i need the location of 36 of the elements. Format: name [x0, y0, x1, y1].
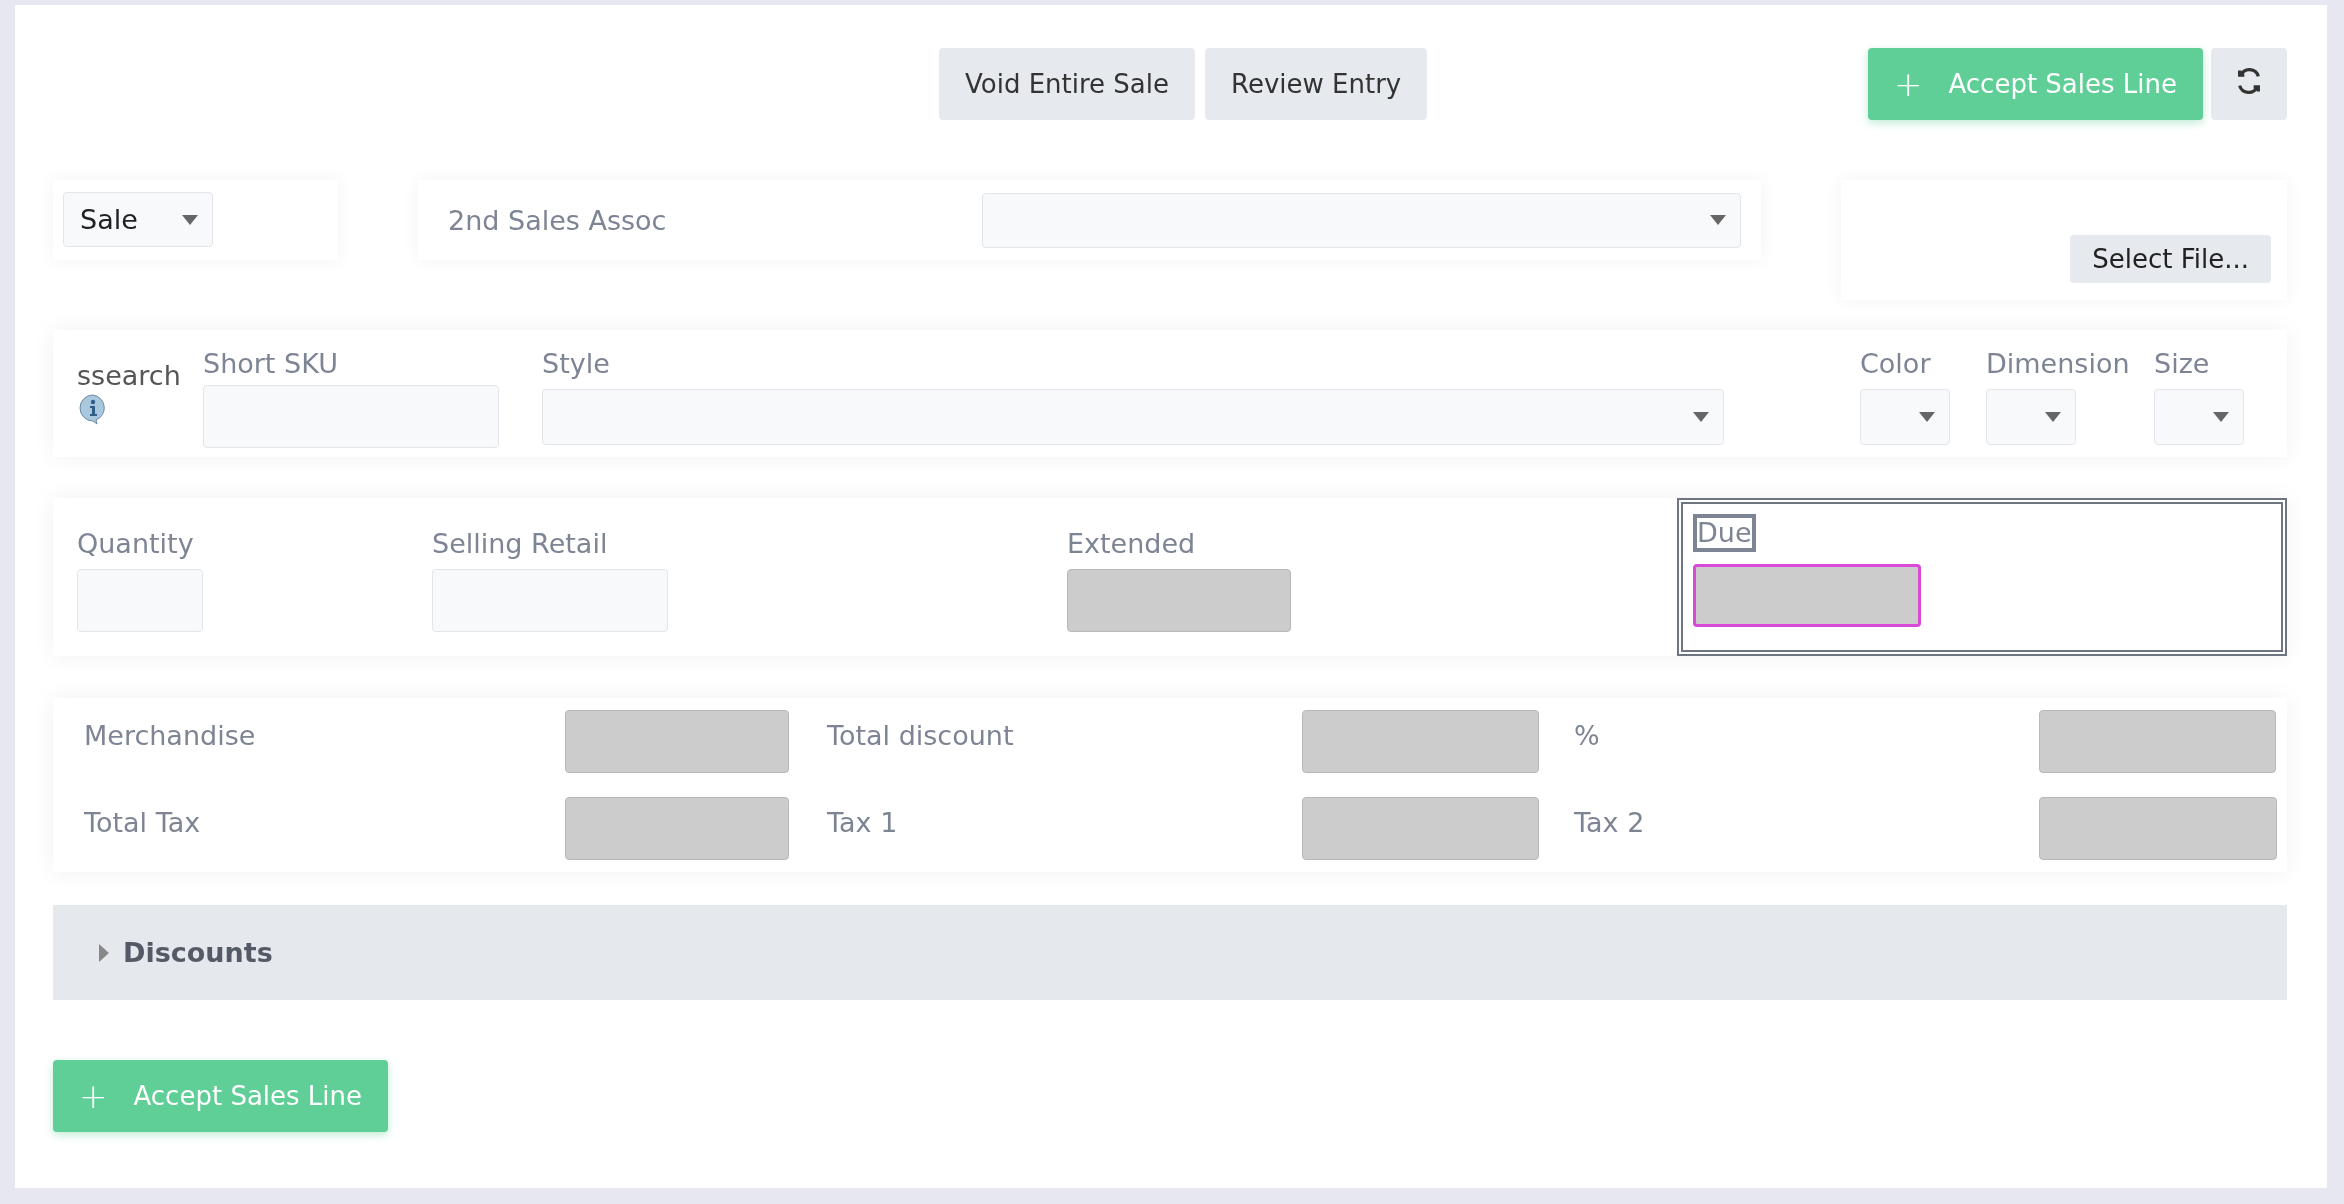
- variant-select[interactable]: [1986, 389, 2076, 445]
- variant-select[interactable]: [1860, 389, 1950, 445]
- caret-icon: [99, 943, 109, 962]
- caret-icon: [1919, 412, 1935, 422]
- field-label: Tax 2: [1574, 806, 1646, 840]
- field-label: %: [1574, 719, 1601, 753]
- toolbar-button[interactable]: Review Entry: [1205, 48, 1428, 120]
- sale-type-select[interactable]: Sale: [63, 192, 213, 247]
- caret-icon: [1693, 412, 1709, 422]
- refresh-button[interactable]: [2211, 48, 2287, 120]
- field-label: Due: [1693, 514, 1756, 552]
- field-label: Quantity: [77, 528, 195, 559]
- assoc-select[interactable]: [981, 192, 1741, 248]
- refresh-icon: [2235, 67, 2263, 95]
- field-label: Total Tax: [84, 806, 202, 840]
- field-label: Style: [542, 348, 611, 379]
- variant-select[interactable]: [2154, 389, 2244, 445]
- caret-icon: [2045, 412, 2061, 422]
- field-label: Size: [2154, 348, 2211, 379]
- style-select[interactable]: [542, 389, 1724, 445]
- field-label: Color: [1860, 348, 1932, 379]
- field-label: Extended: [1067, 528, 1197, 559]
- field-label: ssearch: [77, 360, 182, 391]
- caret-icon: [182, 214, 198, 225]
- field-label: Tax 1: [827, 806, 899, 840]
- field-label: Merchandise: [84, 719, 257, 753]
- field-label: Selling Retail: [432, 528, 609, 559]
- field-label: 2nd Sales Assoc: [448, 204, 668, 236]
- caret-icon: [2213, 412, 2229, 422]
- select-file-button[interactable]: Select File...: [2070, 235, 2271, 283]
- field-label: Dimension: [1986, 348, 2131, 379]
- caret-icon: [1710, 215, 1726, 225]
- discounts-toggle[interactable]: Discounts: [53, 905, 2287, 1000]
- field-label: Total discount: [827, 719, 1015, 753]
- toolbar-button[interactable]: Void Entire Sale: [939, 48, 1196, 120]
- field-label: Short SKU: [203, 348, 339, 379]
